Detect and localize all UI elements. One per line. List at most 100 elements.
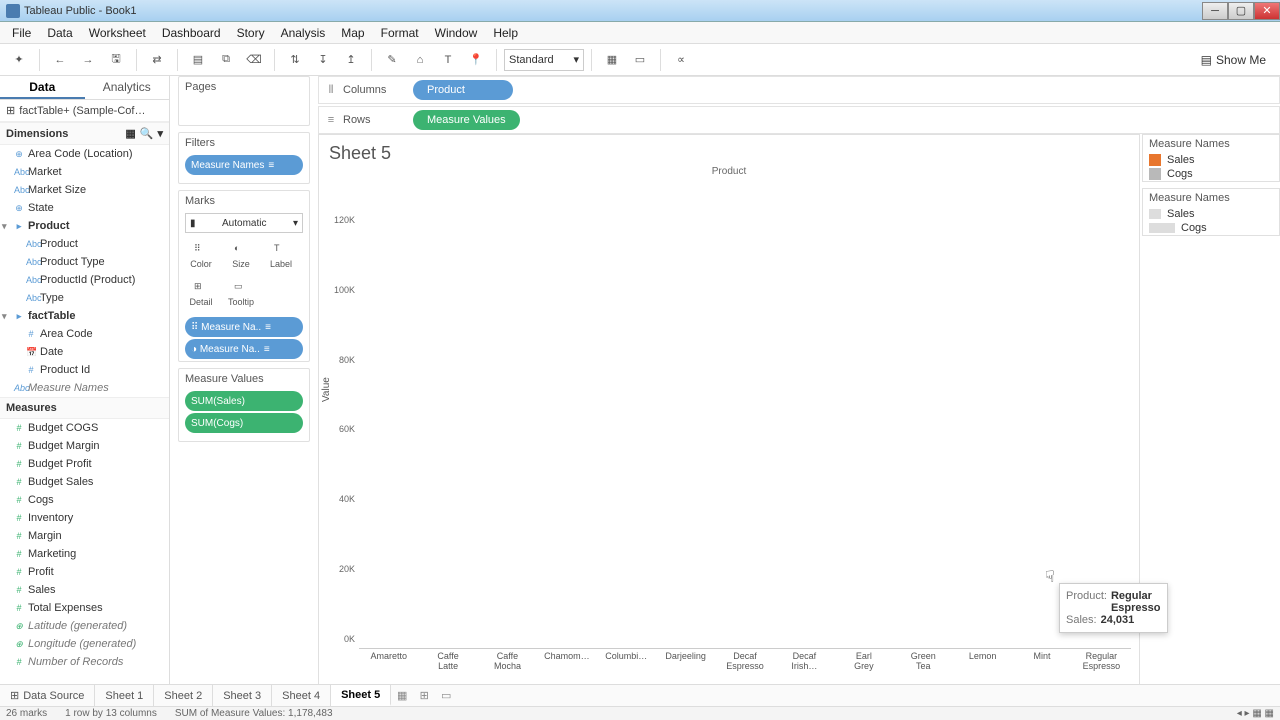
measure-field[interactable]: #Budget Sales bbox=[0, 473, 169, 491]
share-button[interactable]: ∝ bbox=[668, 47, 694, 73]
tableau-icon[interactable]: ✦ bbox=[6, 47, 32, 73]
menu-analysis[interactable]: Analysis bbox=[273, 23, 334, 43]
presentation-button[interactable]: ▭ bbox=[627, 47, 653, 73]
marks-pill-color[interactable]: ⠿ Measure Na..≡ bbox=[185, 317, 303, 337]
measure-field[interactable]: ⊕Latitude (generated) bbox=[0, 617, 169, 635]
sort-asc-button[interactable]: ↧ bbox=[310, 47, 336, 73]
show-me-button[interactable]: ▤Show Me bbox=[1193, 53, 1274, 67]
marks-pill-size[interactable]: ◑ Measure Na..≡ bbox=[185, 339, 303, 359]
measure-field[interactable]: #Cogs bbox=[0, 491, 169, 509]
rows-shelf[interactable]: ≡ Rows Measure Values bbox=[318, 106, 1280, 134]
menu-file[interactable]: File bbox=[4, 23, 39, 43]
measure-field[interactable]: #Margin bbox=[0, 527, 169, 545]
dimension-field[interactable]: AbcType bbox=[0, 289, 169, 307]
new-worksheet-tab[interactable]: ▦ bbox=[391, 689, 413, 702]
legend-item[interactable]: Cogs bbox=[1143, 167, 1279, 181]
dimension-field[interactable]: ▾▸Product bbox=[0, 217, 169, 235]
dimension-field[interactable]: AbcMarket bbox=[0, 163, 169, 181]
group-button[interactable]: ⌂ bbox=[407, 47, 433, 73]
fit-selector[interactable]: Standard▾ bbox=[504, 49, 584, 71]
measure-field[interactable]: #Budget COGS bbox=[0, 419, 169, 437]
menu-map[interactable]: Map bbox=[333, 23, 372, 43]
color-legend[interactable]: Measure Names SalesCogs bbox=[1142, 134, 1280, 182]
sheet-tab[interactable]: Sheet 3 bbox=[213, 685, 272, 706]
measure-field[interactable]: ⊕Longitude (generated) bbox=[0, 635, 169, 653]
dimension-field[interactable]: AbcMeasure Names bbox=[0, 379, 169, 397]
legend-item[interactable]: Sales bbox=[1143, 153, 1279, 167]
dimension-field[interactable]: AbcMarket Size bbox=[0, 181, 169, 199]
measure-field[interactable]: #Inventory bbox=[0, 509, 169, 527]
window-close[interactable]: ✕ bbox=[1254, 2, 1280, 20]
legend-size-item[interactable]: Sales bbox=[1143, 207, 1279, 221]
window-minimize[interactable]: ─ bbox=[1202, 2, 1228, 20]
sheet-tab[interactable]: Sheet 5 bbox=[331, 685, 391, 706]
measure-field[interactable]: #Profit bbox=[0, 563, 169, 581]
pages-card[interactable]: Pages bbox=[178, 76, 310, 126]
highlight-button[interactable]: ✎ bbox=[379, 47, 405, 73]
data-source-tab[interactable]: ⊞Data Source bbox=[0, 685, 95, 706]
size-legend[interactable]: Measure Names SalesCogs bbox=[1142, 188, 1280, 236]
dimension-field[interactable]: #Product Id bbox=[0, 361, 169, 379]
save-button[interactable]: 🖫 bbox=[103, 47, 129, 73]
columns-pill-product[interactable]: Product bbox=[413, 80, 513, 100]
new-worksheet-button[interactable]: ▤ bbox=[185, 47, 211, 73]
dimension-field[interactable]: AbcProductId (Product) bbox=[0, 271, 169, 289]
new-dashboard-tab[interactable]: ⊞ bbox=[413, 689, 435, 702]
duplicate-button[interactable]: ⧉ bbox=[213, 47, 239, 73]
clear-button[interactable]: ⌫ bbox=[241, 47, 267, 73]
show-cards-button[interactable]: ▦ bbox=[599, 47, 625, 73]
measure-field[interactable]: #Total Expenses bbox=[0, 599, 169, 617]
menu-story[interactable]: Story bbox=[229, 23, 273, 43]
data-tab[interactable]: Data bbox=[0, 76, 85, 99]
menu-data[interactable]: Data bbox=[39, 23, 80, 43]
datasource-item[interactable]: ⊞ factTable+ (Sample-Cof… bbox=[0, 100, 169, 122]
swap-button[interactable]: ⇅ bbox=[282, 47, 308, 73]
measure-field[interactable]: #Number of Records bbox=[0, 653, 169, 671]
legend-size-item[interactable]: Cogs bbox=[1143, 221, 1279, 235]
pin-button[interactable]: 📍 bbox=[463, 47, 489, 73]
dimension-field[interactable]: 📅Date bbox=[0, 343, 169, 361]
measure-values-card[interactable]: Measure Values SUM(Sales) SUM(Cogs) bbox=[178, 368, 310, 442]
marks-color-button[interactable]: ⠿Color bbox=[181, 237, 221, 275]
back-button[interactable]: ← bbox=[47, 47, 73, 73]
mv-pill-cogs[interactable]: SUM(Cogs) bbox=[185, 413, 303, 433]
menu-window[interactable]: Window bbox=[427, 23, 486, 43]
columns-shelf[interactable]: ⦀ Columns Product bbox=[318, 76, 1280, 104]
new-story-tab[interactable]: ▭ bbox=[435, 689, 457, 702]
rows-pill-measure-values[interactable]: Measure Values bbox=[413, 110, 520, 130]
dimension-field[interactable]: ⊕Area Code (Location) bbox=[0, 145, 169, 163]
dimension-field[interactable]: ⊕State bbox=[0, 199, 169, 217]
forward-button[interactable]: → bbox=[75, 47, 101, 73]
marks-label-button[interactable]: TLabel bbox=[261, 237, 301, 275]
sheet-tab[interactable]: Sheet 4 bbox=[272, 685, 331, 706]
dimension-field[interactable]: AbcProduct bbox=[0, 235, 169, 253]
window-maximize[interactable]: ▢ bbox=[1228, 2, 1254, 20]
marks-card[interactable]: Marks ▮ Automatic ▾ ⠿Color◐SizeTLabel⊞De… bbox=[178, 190, 310, 362]
measure-field[interactable]: #Sales bbox=[0, 581, 169, 599]
label-button[interactable]: T bbox=[435, 47, 461, 73]
menu-format[interactable]: Format bbox=[373, 23, 427, 43]
menu-icon[interactable]: ▾ bbox=[157, 127, 163, 140]
mv-pill-sales[interactable]: SUM(Sales) bbox=[185, 391, 303, 411]
mark-type-selector[interactable]: ▮ Automatic ▾ bbox=[185, 213, 303, 233]
dimension-field[interactable]: AbcProduct Type bbox=[0, 253, 169, 271]
menu-help[interactable]: Help bbox=[485, 23, 526, 43]
sort-desc-button[interactable]: ↥ bbox=[338, 47, 364, 73]
filters-card[interactable]: Filters Measure Names≡ bbox=[178, 132, 310, 184]
sheet-tab[interactable]: Sheet 1 bbox=[95, 685, 154, 706]
analytics-tab[interactable]: Analytics bbox=[85, 76, 170, 99]
measure-field[interactable]: #Budget Profit bbox=[0, 455, 169, 473]
worksheet-view[interactable]: Sheet 5 Product Value 0K20K40K60K80K100K… bbox=[318, 134, 1140, 690]
measure-field[interactable]: #Budget Margin bbox=[0, 437, 169, 455]
menu-worksheet[interactable]: Worksheet bbox=[81, 23, 154, 43]
marks-tooltip-button[interactable]: ▭Tooltip bbox=[221, 275, 261, 313]
new-data-source-button[interactable]: ⇄ bbox=[144, 47, 170, 73]
dimension-field[interactable]: #Area Code bbox=[0, 325, 169, 343]
sheet-title[interactable]: Sheet 5 bbox=[319, 135, 1139, 164]
menu-dashboard[interactable]: Dashboard bbox=[154, 23, 229, 43]
marks-detail-button[interactable]: ⊞Detail bbox=[181, 275, 221, 313]
filter-pill-measure-names[interactable]: Measure Names≡ bbox=[185, 155, 303, 175]
view-icon[interactable]: ▦ bbox=[125, 127, 135, 140]
marks-size-button[interactable]: ◐Size bbox=[221, 237, 261, 275]
sheet-tab[interactable]: Sheet 2 bbox=[154, 685, 213, 706]
